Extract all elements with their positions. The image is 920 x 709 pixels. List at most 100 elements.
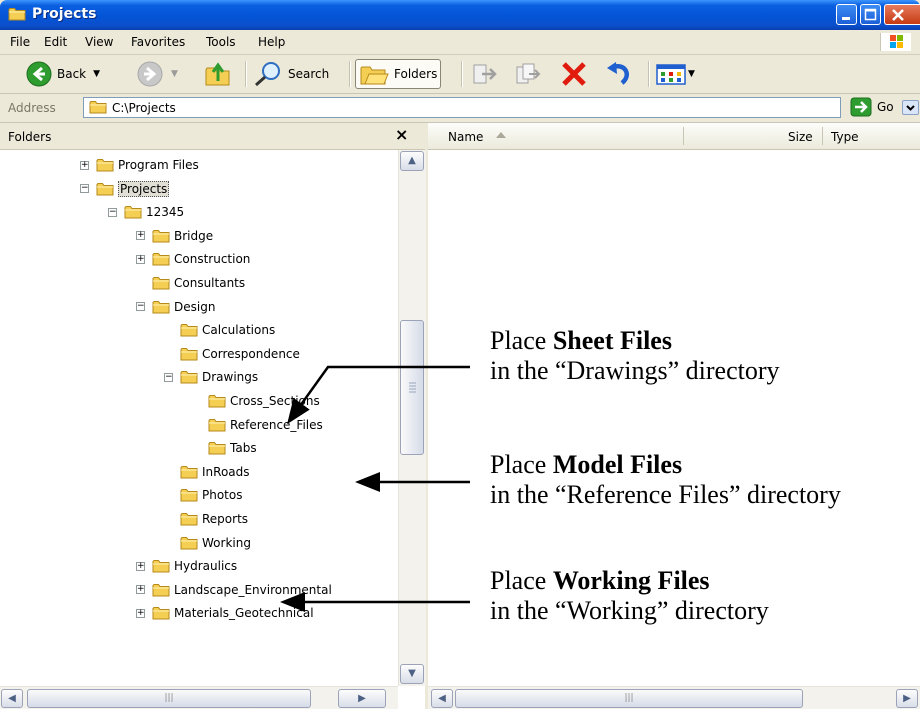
tree-expander-materials_geotechnical[interactable]: +	[136, 608, 145, 618]
menu-favorites[interactable]: Favorites	[131, 35, 185, 49]
delete-button[interactable]	[560, 59, 588, 89]
menu-tools[interactable]: Tools	[206, 35, 236, 49]
tree-node-photos[interactable]: Photos	[180, 484, 242, 506]
tree-expander-12345[interactable]: −	[108, 207, 117, 217]
forward-button[interactable]: ▼	[137, 59, 178, 89]
tree-node-label: Landscape_Environmental	[174, 582, 332, 597]
views-button[interactable]: ▼	[656, 59, 695, 89]
folder-icon	[180, 512, 198, 526]
delete-icon	[562, 62, 586, 86]
tree-horizontal-scrollbar[interactable]: ◀ ||| ▶	[0, 686, 398, 709]
tree-node-label: Correspondence	[202, 346, 300, 361]
up-folder-button[interactable]	[204, 59, 232, 89]
tree-expander-hydraulics[interactable]: +	[136, 561, 145, 571]
scroll-up-button[interactable]: ▲	[400, 151, 424, 171]
search-button[interactable]: Search	[253, 59, 329, 89]
menu-help[interactable]: Help	[258, 35, 285, 49]
views-dropdown-icon[interactable]: ▼	[688, 69, 695, 79]
tree-node-tabs[interactable]: Tabs	[208, 437, 257, 459]
go-button[interactable]: Go	[850, 97, 894, 117]
back-arrow-icon	[26, 61, 52, 87]
h-scroll-thumb[interactable]: |||	[27, 689, 311, 708]
tree-node-materials_geotechnical[interactable]: Materials_Geotechnical	[152, 602, 314, 624]
maximize-button[interactable]	[860, 4, 881, 25]
tree-node-reports[interactable]: Reports	[180, 508, 248, 530]
tree-node-12345[interactable]: 12345	[124, 201, 184, 223]
copy-to-button[interactable]	[514, 59, 542, 89]
tree-node-reference_files[interactable]: Reference_Files	[208, 414, 323, 436]
close-button[interactable]	[884, 4, 920, 25]
undo-button[interactable]	[605, 59, 633, 89]
tree-node-landscape_environmental[interactable]: Landscape_Environmental	[152, 579, 332, 601]
tree-node-label: InRoads	[202, 464, 250, 479]
tree-node-label: Reports	[202, 512, 249, 526]
folder-icon	[180, 536, 198, 550]
menu-edit[interactable]: Edit	[44, 35, 67, 49]
annotation-sheet-files: Place Sheet Files in the “Drawings” dire…	[490, 326, 780, 385]
back-button[interactable]: Back ▼	[26, 59, 100, 89]
column-name[interactable]: Name	[448, 130, 483, 144]
move-to-button[interactable]	[470, 59, 498, 89]
close-pane-icon[interactable]: ×	[395, 125, 408, 144]
explorer-window: Projects File Edit View Favorites Tools …	[0, 0, 920, 709]
tree-node-projects[interactable]: Projects	[96, 178, 170, 200]
address-dropdown-button[interactable]	[902, 100, 919, 115]
scroll-right-button[interactable]: ▶	[338, 689, 386, 708]
menu-view[interactable]: View	[85, 35, 113, 49]
tree-expander-construction[interactable]: +	[136, 254, 145, 264]
tree-node-bridge[interactable]: Bridge	[152, 225, 213, 247]
folders-pane: Folders × + Program Files − Projects −12345 +…	[0, 123, 428, 709]
tree-expander-drawings[interactable]: −	[164, 372, 173, 382]
back-dropdown-icon[interactable]: ▼	[93, 69, 100, 79]
tree-expander-projects[interactable]: −	[80, 184, 89, 194]
tree-node-consultants[interactable]: Consultants	[152, 272, 245, 294]
scroll-down-button[interactable]: ▼	[400, 664, 424, 684]
windows-flag-icon	[890, 35, 903, 48]
folder-icon	[180, 465, 198, 479]
tree-node-working[interactable]: Working	[180, 532, 251, 554]
tree-node-hydraulics[interactable]: Hydraulics	[152, 555, 237, 577]
address-value: C:\Projects	[112, 101, 176, 115]
file-h-scroll-thumb[interactable]: |||	[455, 689, 803, 708]
tree-expander-landscape_environmental[interactable]: +	[136, 585, 145, 595]
address-input[interactable]: C:\Projects	[83, 97, 919, 118]
folder-icon	[89, 100, 107, 114]
tree-node-correspondence[interactable]: Correspondence	[180, 343, 300, 365]
forward-dropdown-icon[interactable]: ▼	[171, 69, 178, 79]
tree-node-label: Photos	[202, 488, 243, 503]
column-type[interactable]: Type	[831, 130, 859, 144]
column-size[interactable]: Size	[788, 130, 813, 144]
title-bar[interactable]: Projects	[0, 0, 920, 30]
grip-icon	[409, 382, 416, 393]
go-arrow-icon	[850, 97, 872, 117]
tree-vertical-scrollbar[interactable]: ▲ ▼	[398, 150, 426, 686]
tree-node-inroads[interactable]: InRoads	[180, 461, 250, 483]
tree-node-drawings[interactable]: Drawings	[180, 366, 258, 388]
folder-icon	[8, 7, 26, 21]
tree-node-label: Tabs	[230, 441, 257, 456]
tree-node-construction[interactable]: Construction	[152, 248, 250, 270]
tree-node-label: Working	[202, 535, 251, 550]
menu-file[interactable]: File	[10, 35, 30, 49]
scroll-left-button[interactable]: ◀	[1, 689, 23, 708]
folder-icon	[152, 252, 170, 266]
tree-node-calculations[interactable]: Calculations	[180, 319, 275, 341]
folders-pane-title: Folders	[8, 130, 52, 144]
file-horizontal-scrollbar[interactable]: ◀ ||| ▶	[428, 686, 920, 709]
folders-button[interactable]: Folders	[355, 59, 442, 89]
scroll-thumb[interactable]	[400, 320, 424, 455]
tree-node-program files[interactable]: Program Files	[96, 154, 199, 176]
minimize-button[interactable]	[836, 4, 857, 25]
folder-icon	[152, 559, 170, 573]
tree-node-label: 12345	[146, 205, 185, 220]
tree-node-label: Program Files	[118, 158, 199, 172]
tree-expander-bridge[interactable]: +	[136, 231, 145, 241]
file-scroll-left-button[interactable]: ◀	[431, 689, 453, 708]
tree-expander-program files[interactable]: +	[80, 160, 89, 170]
tree-node-design[interactable]: Design	[152, 296, 215, 318]
window-title: Projects	[32, 6, 97, 22]
file-scroll-right-button[interactable]: ▶	[896, 689, 918, 708]
folders-icon	[360, 66, 389, 85]
tree-expander-design[interactable]: −	[136, 302, 145, 312]
tree-node-cross_sections[interactable]: Cross_Sections	[208, 390, 320, 412]
